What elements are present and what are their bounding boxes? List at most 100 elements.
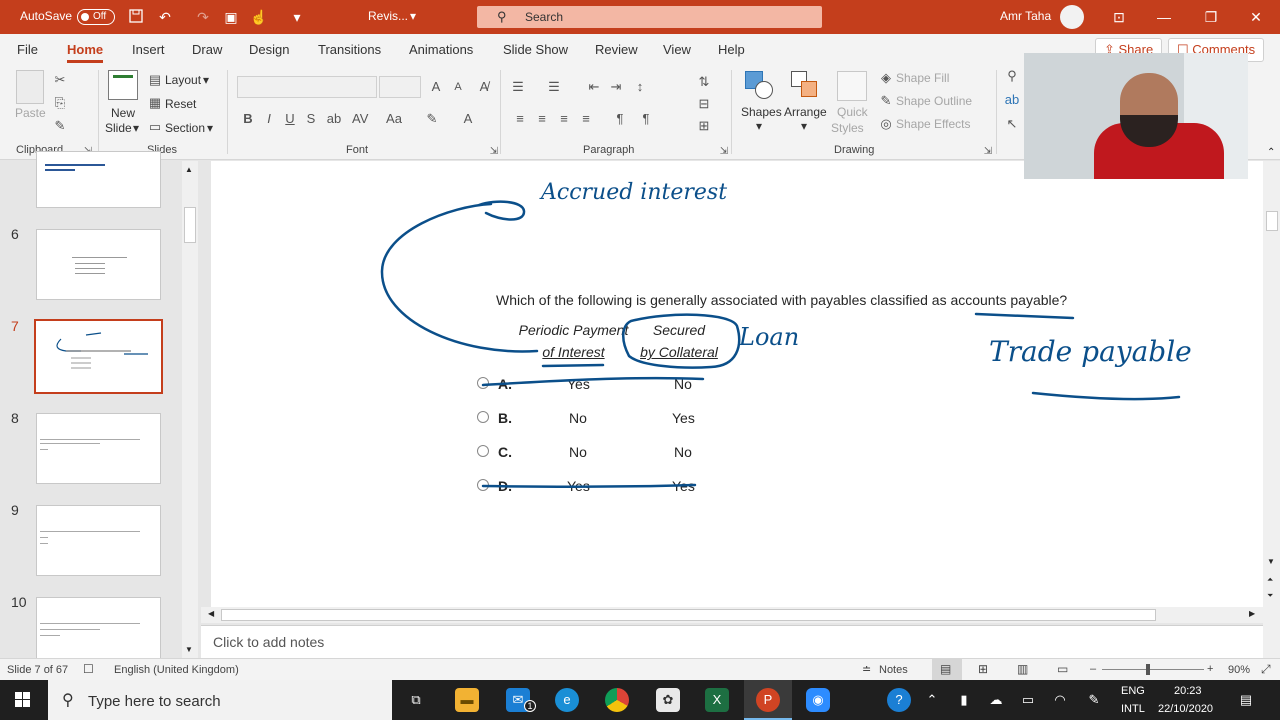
reset-icon[interactable]: ▦ bbox=[147, 95, 163, 111]
autosave-toggle[interactable]: Off bbox=[77, 9, 115, 25]
prev-slide-icon[interactable]: ⏶ bbox=[1267, 575, 1273, 585]
present-icon[interactable]: ▣ bbox=[222, 8, 240, 26]
tab-transitions[interactable]: Transitions bbox=[318, 42, 381, 57]
shape-effects-icon[interactable]: ◎ bbox=[878, 116, 894, 132]
bold-icon[interactable]: B bbox=[240, 111, 256, 127]
reading-view-icon[interactable]: ▥ bbox=[1017, 662, 1028, 676]
notes-pane[interactable]: Click to add notes bbox=[201, 625, 1263, 658]
underline-icon[interactable]: U bbox=[282, 111, 298, 127]
numbering-icon[interactable]: ☰ bbox=[546, 79, 562, 95]
excel-icon[interactable]: X bbox=[705, 688, 729, 712]
format-painter-icon[interactable]: ✎ bbox=[52, 118, 68, 134]
paragraph-launcher-icon[interactable]: ⇲ bbox=[716, 144, 732, 160]
shapes-label[interactable]: Shapes bbox=[741, 105, 782, 119]
strikethrough-icon[interactable]: ab bbox=[326, 111, 342, 127]
thumbnails-scrollbar[interactable]: ▲ ▼ bbox=[182, 161, 198, 658]
redo-icon[interactable]: ↷ bbox=[194, 8, 212, 26]
undo-icon[interactable]: ↶ bbox=[156, 8, 174, 26]
section-label[interactable]: Section bbox=[165, 121, 205, 135]
new-slide-icon[interactable] bbox=[108, 70, 138, 100]
change-case-icon[interactable]: Aa bbox=[386, 111, 402, 127]
increase-font-icon[interactable]: A bbox=[428, 79, 444, 95]
input-language-1[interactable]: ENG bbox=[1121, 685, 1145, 697]
zoom-out-icon[interactable]: – bbox=[1090, 663, 1096, 675]
task-view-icon[interactable]: ⧉ bbox=[404, 688, 428, 712]
italic-icon[interactable]: I bbox=[261, 111, 277, 127]
chevron-down-icon[interactable]: ▾ bbox=[801, 119, 807, 133]
edge-icon[interactable]: e bbox=[555, 688, 579, 712]
file-explorer-icon[interactable]: ▬ bbox=[455, 688, 479, 712]
slide-thumbnail[interactable] bbox=[36, 413, 161, 484]
justify-icon[interactable]: ≡ bbox=[578, 111, 594, 127]
clock-date[interactable]: 22/10/2020 bbox=[1158, 703, 1213, 715]
windows-start-icon[interactable] bbox=[15, 692, 31, 708]
reset-label[interactable]: Reset bbox=[165, 97, 196, 111]
font-name-combo[interactable] bbox=[237, 76, 377, 98]
new-slide-label-2[interactable]: Slide bbox=[105, 121, 132, 135]
quick-styles-label-2[interactable]: Styles bbox=[831, 121, 864, 135]
slide-scrollbar[interactable]: ⌃ ▼ ⏶ ⏷ bbox=[1263, 147, 1280, 658]
wifi-icon[interactable]: ◠ bbox=[1048, 688, 1072, 712]
zoom-slider[interactable] bbox=[1102, 669, 1204, 670]
ribbon-display-icon[interactable]: ⊡ bbox=[1110, 8, 1128, 26]
show-hidden-icons[interactable]: ⌃ bbox=[920, 688, 944, 712]
increase-indent-icon[interactable]: ⇥ bbox=[608, 79, 624, 95]
tab-insert[interactable]: Insert bbox=[132, 42, 165, 57]
copy-icon[interactable]: ⎘ bbox=[52, 95, 68, 111]
line-spacing-icon[interactable]: ↕ bbox=[632, 79, 648, 95]
slide-canvas[interactable]: Which of the following is generally asso… bbox=[211, 161, 1263, 607]
highlight-icon[interactable]: ✎ bbox=[424, 111, 440, 127]
collapse-ribbon-icon[interactable]: ⌃ bbox=[1267, 147, 1275, 158]
tab-animations[interactable]: Animations bbox=[409, 42, 473, 57]
avatar[interactable] bbox=[1060, 5, 1084, 29]
slide-thumbnail[interactable] bbox=[36, 151, 161, 208]
new-slide-label-1[interactable]: New bbox=[111, 106, 135, 120]
text-direction-icon[interactable]: ⇅ bbox=[696, 74, 712, 90]
language[interactable]: English (United Kingdom) bbox=[114, 664, 239, 676]
shape-outline-icon[interactable]: ✎ bbox=[878, 93, 894, 109]
restore-icon[interactable]: ❐ bbox=[1202, 8, 1220, 26]
arrange-label[interactable]: Arrange bbox=[784, 105, 827, 119]
notes-placeholder[interactable]: Click to add notes bbox=[213, 634, 324, 650]
scroll-down-icon[interactable]: ▼ bbox=[185, 645, 193, 654]
zoom-slider-thumb[interactable] bbox=[1146, 664, 1150, 675]
tab-home[interactable]: Home bbox=[67, 42, 104, 63]
paste-icon[interactable] bbox=[16, 70, 44, 104]
horizontal-scrollbar[interactable]: ◀ ▶ bbox=[201, 607, 1263, 623]
onedrive-icon[interactable]: ☁ bbox=[984, 688, 1008, 712]
scrollbar-thumb[interactable] bbox=[1266, 211, 1278, 231]
arrange-icon[interactable] bbox=[791, 71, 821, 101]
tab-file[interactable]: File bbox=[17, 42, 38, 57]
shape-fill-icon[interactable]: ◈ bbox=[878, 70, 894, 86]
save-icon[interactable] bbox=[127, 8, 145, 26]
document-title[interactable]: Revis... bbox=[368, 9, 408, 23]
bullets-icon[interactable]: ☰ bbox=[510, 79, 526, 95]
chevron-down-icon[interactable]: ▾ bbox=[207, 121, 213, 135]
layout-label[interactable]: Layout bbox=[165, 73, 201, 87]
chrome-icon[interactable] bbox=[605, 688, 629, 712]
tab-help[interactable]: Help bbox=[718, 42, 745, 57]
zoom-level[interactable]: 90% bbox=[1228, 664, 1250, 676]
scroll-left-icon[interactable]: ◀ bbox=[208, 609, 214, 618]
slide-thumbnail[interactable] bbox=[36, 229, 161, 300]
taskbar-search[interactable]: ⚲ Type here to search bbox=[48, 680, 392, 720]
slideshow-icon[interactable]: ▭ bbox=[1057, 662, 1068, 676]
align-left-icon[interactable]: ≡ bbox=[512, 111, 528, 127]
minimize-icon[interactable]: — bbox=[1155, 8, 1173, 26]
font-size-combo[interactable] bbox=[379, 76, 421, 98]
slide-thumbnail[interactable] bbox=[36, 505, 161, 576]
fit-slide-icon[interactable]: ⤢ bbox=[1261, 662, 1271, 677]
slide-count[interactable]: Slide 7 of 67 bbox=[7, 664, 68, 676]
slide-sorter-icon[interactable]: ⊞ bbox=[978, 662, 988, 676]
chevron-down-icon[interactable]: ▾ bbox=[133, 121, 139, 135]
accessibility-icon[interactable]: ☐ bbox=[83, 662, 94, 676]
shape-fill-label[interactable]: Shape Fill bbox=[896, 71, 949, 85]
tab-review[interactable]: Review bbox=[595, 42, 638, 57]
tab-view[interactable]: View bbox=[663, 42, 691, 57]
clear-formatting-icon[interactable]: A̸ bbox=[476, 79, 492, 95]
paint-icon[interactable]: ✿ bbox=[656, 688, 680, 712]
zoom-in-icon[interactable]: + bbox=[1207, 663, 1213, 675]
notes-icon[interactable]: ≐ bbox=[862, 663, 871, 676]
chevron-down-icon[interactable]: ▾ bbox=[756, 119, 762, 133]
shadow-icon[interactable]: S bbox=[303, 111, 319, 127]
